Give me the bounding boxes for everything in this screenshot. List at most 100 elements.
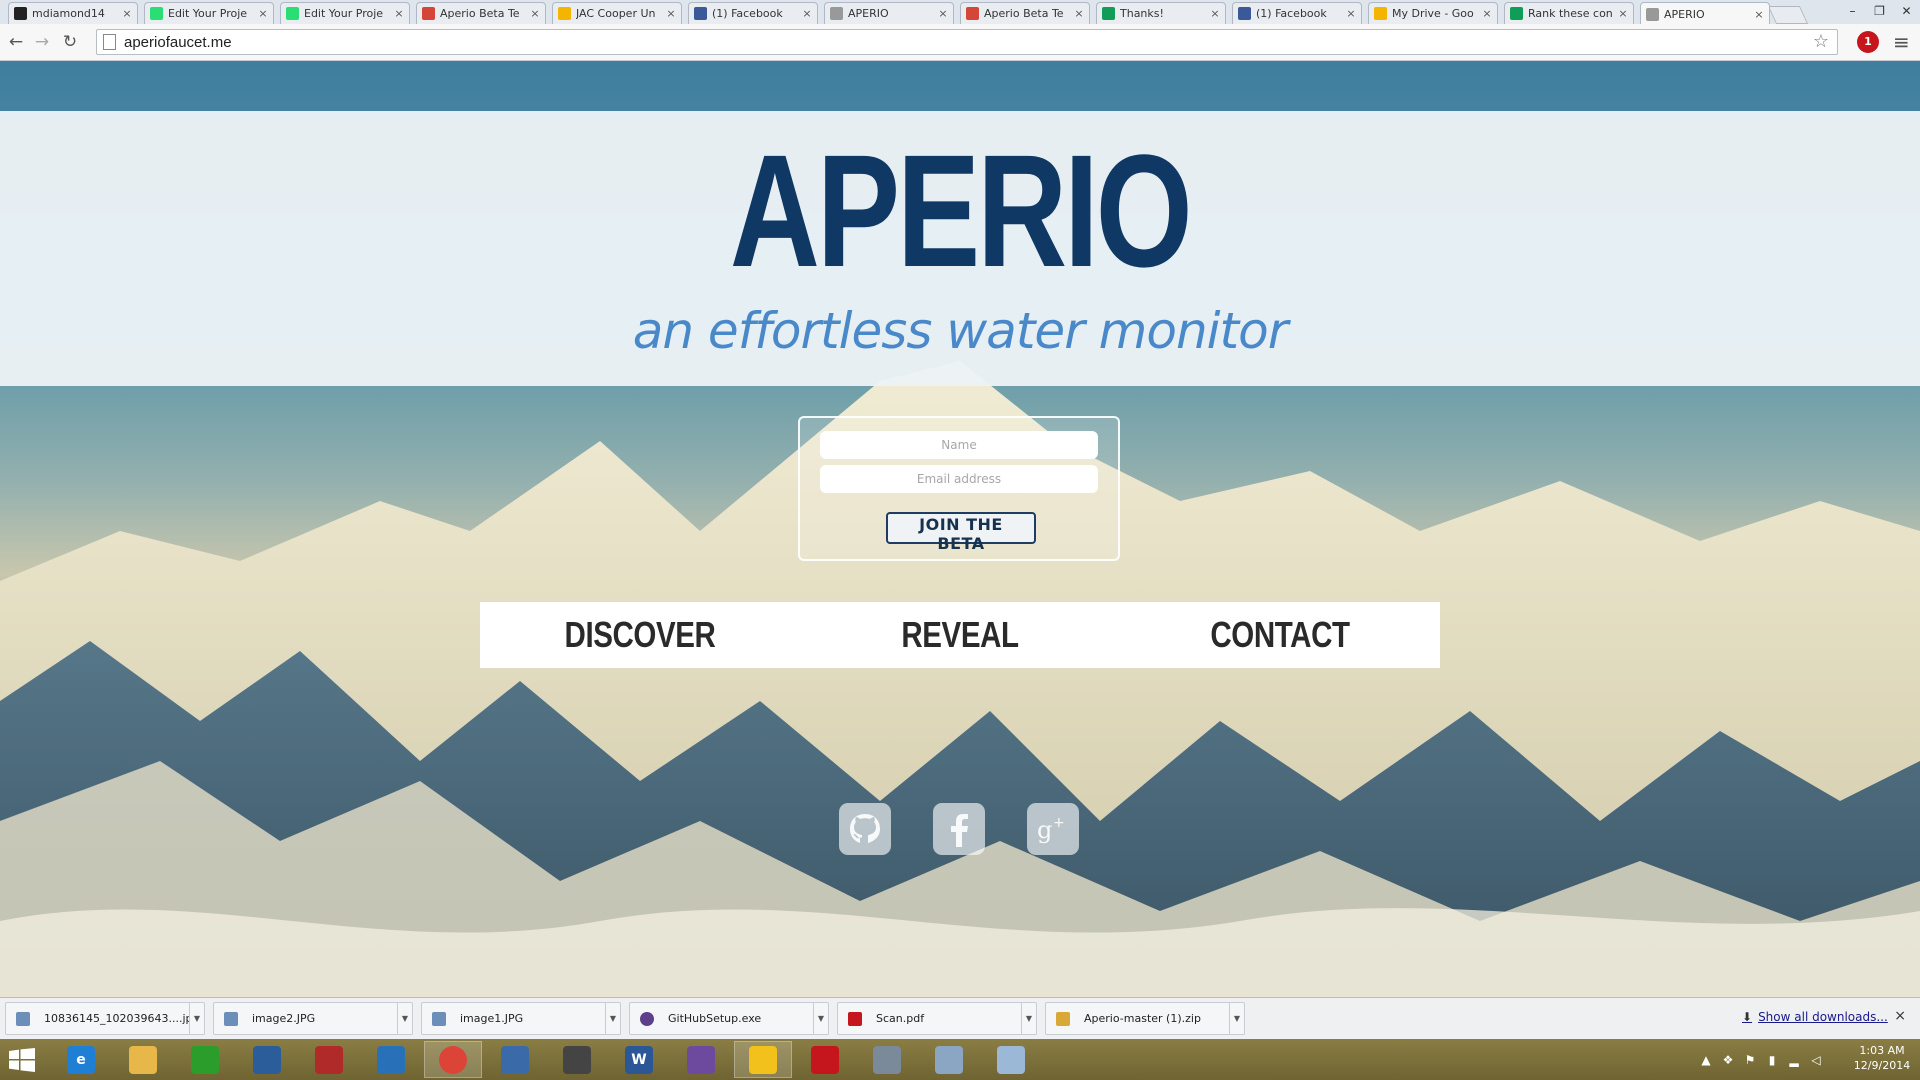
join-beta-button[interactable]: JOIN THE BETA: [886, 512, 1036, 553]
calculator-icon: [873, 1045, 901, 1074]
download-menu-chevron-icon[interactable]: ▼: [397, 1003, 412, 1034]
show-all-label: Show all downloads...: [1758, 1010, 1888, 1024]
github-icon: [14, 7, 27, 20]
minimize-button[interactable]: –: [1839, 0, 1866, 22]
tab-close-icon[interactable]: ×: [1617, 7, 1629, 20]
download-filename: GitHubSetup.exe: [668, 1012, 762, 1025]
download-menu-chevron-icon[interactable]: ▼: [813, 1003, 828, 1034]
tab-aperio-beta-te[interactable]: Aperio Beta Te ×: [960, 2, 1090, 24]
download-menu-chevron-icon[interactable]: ▼: [605, 1003, 620, 1034]
tab-1-facebook[interactable]: (1) Facebook ×: [688, 2, 818, 24]
tab-close-icon[interactable]: ×: [1209, 7, 1221, 20]
facebook-icon[interactable]: [933, 803, 985, 855]
taskbar-app[interactable]: [920, 1041, 978, 1078]
download-menu-chevron-icon[interactable]: ▼: [1229, 1003, 1244, 1034]
power-icon[interactable]: ▮: [1765, 1053, 1779, 1067]
tab-close-icon[interactable]: ×: [529, 7, 541, 20]
tab-close-icon[interactable]: ×: [257, 7, 269, 20]
system-clock[interactable]: 1:03 AM 12/9/2014: [1852, 1043, 1912, 1073]
dropbox-icon[interactable]: ❖: [1721, 1053, 1735, 1067]
bookmark-star-icon[interactable]: ☆: [1813, 31, 1829, 52]
taskbar-app[interactable]: [548, 1041, 606, 1078]
forward-button[interactable]: →: [31, 31, 53, 53]
tab-edit-your-proje[interactable]: Edit Your Proje ×: [144, 2, 274, 24]
windows-start-icon[interactable]: [9, 1048, 35, 1076]
tab-1-facebook[interactable]: (1) Facebook ×: [1232, 2, 1362, 24]
tab-aperio-beta-te[interactable]: Aperio Beta Te ×: [416, 2, 546, 24]
network-signal-icon[interactable]: ▂: [1787, 1053, 1801, 1067]
tab-close-icon[interactable]: ×: [1481, 7, 1493, 20]
tab-close-icon[interactable]: ×: [937, 7, 949, 20]
email-field[interactable]: [820, 465, 1098, 493]
tab-close-icon[interactable]: ×: [1345, 7, 1357, 20]
tab-close-icon[interactable]: ×: [393, 7, 405, 20]
tab-mdiamond14[interactable]: mdiamond14 ×: [8, 2, 138, 24]
download-item[interactable]: Aperio-master (1).zip ▼: [1045, 1002, 1245, 1035]
taskbar-app[interactable]: e: [52, 1041, 110, 1078]
taskbar-app[interactable]: [362, 1041, 420, 1078]
tab-my-drive-goo[interactable]: My Drive - Goo ×: [1368, 2, 1498, 24]
taskbar-app[interactable]: W: [610, 1041, 668, 1078]
taskbar-app[interactable]: [238, 1041, 296, 1078]
tab-jac-cooper-un[interactable]: JAC Cooper Un ×: [552, 2, 682, 24]
download-menu-chevron-icon[interactable]: ▼: [189, 1003, 204, 1034]
close-downloads-icon[interactable]: ×: [1894, 1008, 1906, 1024]
action-center-icon[interactable]: ⚑: [1743, 1053, 1757, 1067]
download-item[interactable]: 10836145_102039643....jpg ▼: [5, 1002, 205, 1035]
tab-aperio[interactable]: APERIO ×: [1640, 2, 1770, 25]
tab-title: Rank these con: [1528, 7, 1613, 20]
download-arrow-icon: ⬇: [1742, 1010, 1753, 1024]
taskbar-app[interactable]: [300, 1041, 358, 1078]
download-item[interactable]: GitHubSetup.exe ▼: [629, 1002, 829, 1035]
address-bar[interactable]: aperiofaucet.me ☆: [96, 29, 1838, 55]
download-item[interactable]: Scan.pdf ▼: [837, 1002, 1037, 1035]
tab-close-icon[interactable]: ×: [665, 7, 677, 20]
tab-title: JAC Cooper Un: [576, 7, 656, 20]
taskbar-app[interactable]: [982, 1041, 1040, 1078]
remote-desktop-icon: [377, 1045, 405, 1074]
tab-thanks[interactable]: Thanks! ×: [1096, 2, 1226, 24]
tab-close-icon[interactable]: ×: [121, 7, 133, 20]
tab-close-icon[interactable]: ×: [801, 7, 813, 20]
taskbar-app[interactable]: [858, 1041, 916, 1078]
name-field[interactable]: [820, 431, 1098, 459]
svg-text:+: +: [1053, 815, 1065, 831]
nav-reveal[interactable]: REVEAL: [829, 602, 1091, 668]
extension-badge-icon[interactable]: 1: [1857, 31, 1879, 53]
taskbar-app[interactable]: [672, 1041, 730, 1078]
taskbar-app[interactable]: [796, 1041, 854, 1078]
tab-title: mdiamond14: [32, 7, 105, 20]
close-window-button[interactable]: ✕: [1893, 0, 1920, 22]
chrome-menu-icon[interactable]: ≡: [1893, 30, 1910, 54]
github-icon[interactable]: [839, 803, 891, 855]
download-menu-chevron-icon[interactable]: ▼: [1021, 1003, 1036, 1034]
reload-button[interactable]: ↻: [59, 31, 81, 53]
nav-contact[interactable]: CONTACT: [1149, 602, 1411, 668]
volume-icon[interactable]: ◁: [1809, 1053, 1823, 1067]
main-nav: DISCOVER REVEAL CONTACT: [480, 602, 1440, 668]
show-all-downloads-link[interactable]: ⬇ Show all downloads...: [1742, 1010, 1888, 1024]
taskbar-app[interactable]: [734, 1041, 792, 1078]
nav-discover[interactable]: DISCOVER: [509, 602, 771, 668]
taskbar-app[interactable]: [114, 1041, 172, 1078]
taskbar-app[interactable]: [176, 1041, 234, 1078]
url-text[interactable]: aperiofaucet.me: [124, 34, 232, 51]
tagline: an effortless water monitor: [632, 302, 1289, 360]
page-viewport: APERIO an effortless water monitor JOIN …: [0, 61, 1920, 997]
page-icon: [1646, 7, 1659, 21]
tab-close-icon[interactable]: ×: [1753, 8, 1765, 21]
tab-aperio[interactable]: APERIO ×: [824, 2, 954, 24]
download-item[interactable]: image2.JPG ▼: [213, 1002, 413, 1035]
tab-close-icon[interactable]: ×: [1073, 7, 1085, 20]
download-item[interactable]: image1.JPG ▼: [421, 1002, 621, 1035]
taskbar-app[interactable]: [424, 1041, 482, 1078]
tab-rank-these-con[interactable]: Rank these con ×: [1504, 2, 1634, 24]
taskbar-app[interactable]: [486, 1041, 544, 1078]
show-hidden-icons-icon[interactable]: ▲: [1699, 1053, 1713, 1067]
google-plus-icon[interactable]: g +: [1027, 803, 1079, 855]
hero-banner: APERIO an effortless water monitor: [0, 111, 1920, 386]
back-button[interactable]: ←: [5, 31, 27, 53]
tab-edit-your-proje[interactable]: Edit Your Proje ×: [280, 2, 410, 24]
restore-button[interactable]: ❐: [1866, 0, 1893, 22]
new-tab-button[interactable]: [1767, 6, 1809, 24]
